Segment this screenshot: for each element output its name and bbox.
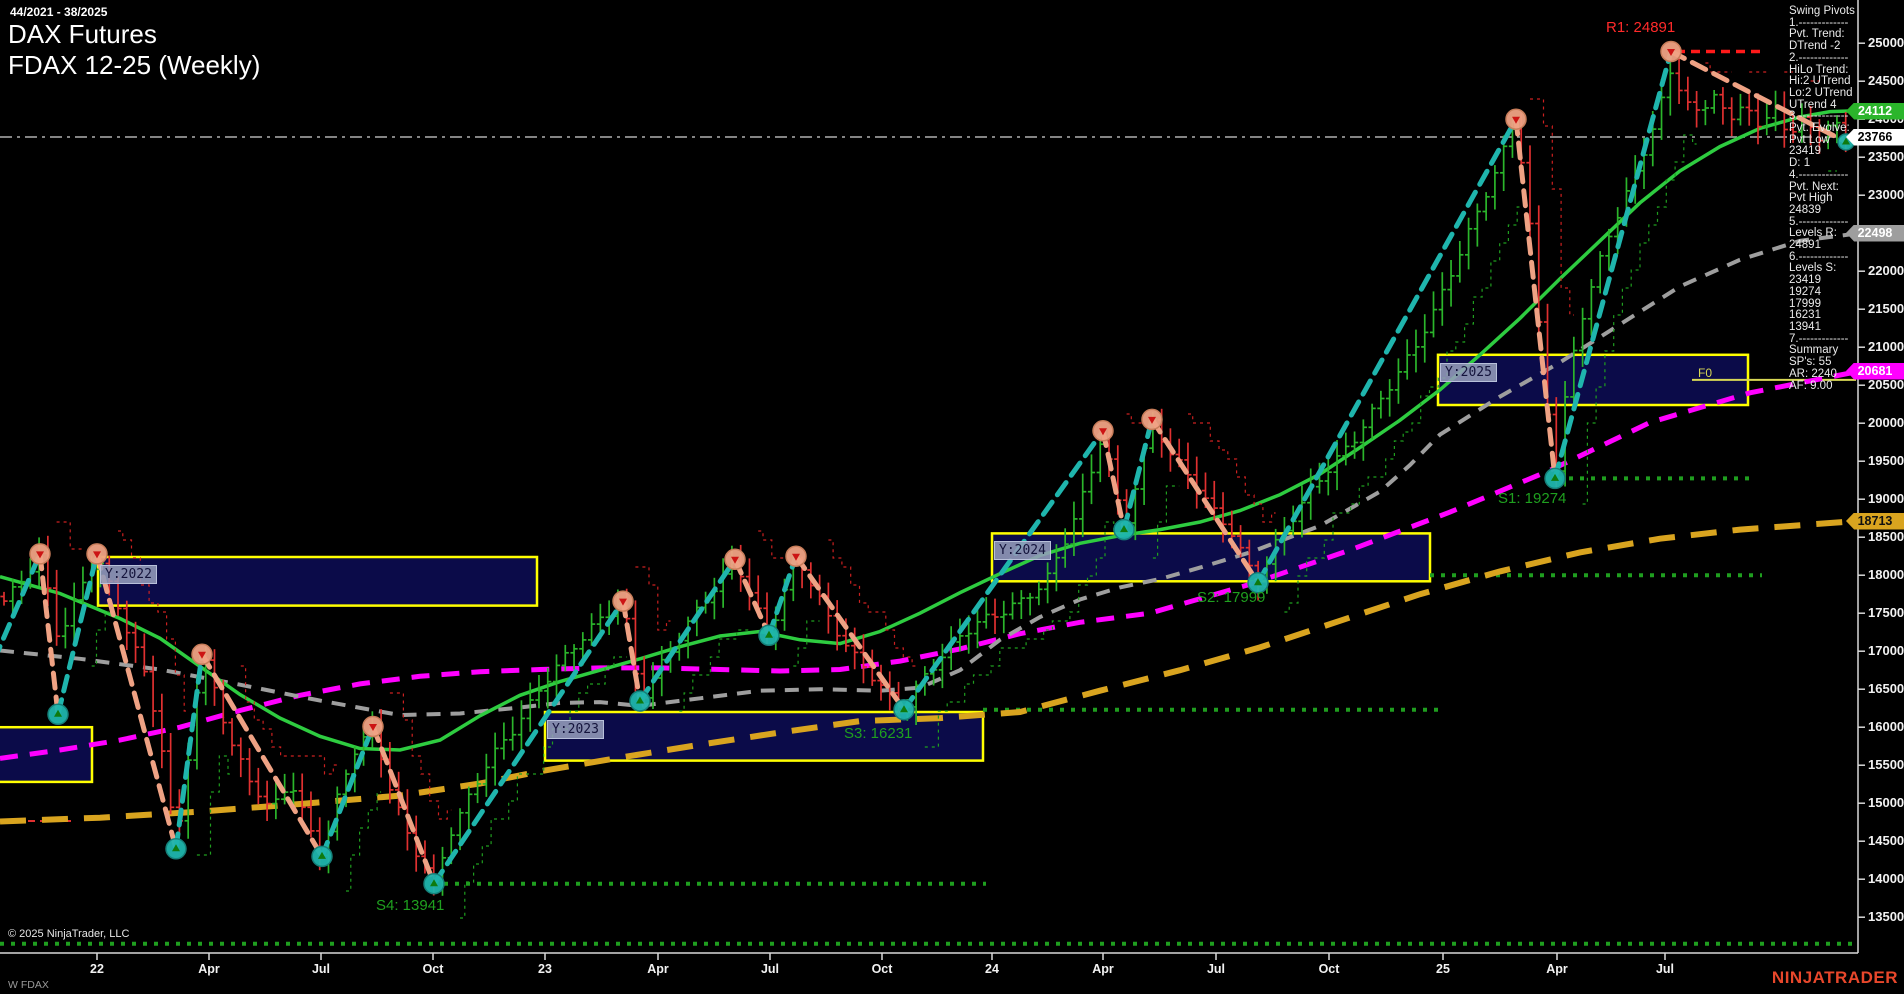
trailing-high-step-line [57,63,1846,819]
swing-down-line [1513,116,1558,481]
year-range-box [96,555,539,607]
swing-down-line [793,553,907,713]
swing-down-line [620,598,643,704]
swing-down-line [732,556,772,638]
swing-up-line [0,551,43,653]
swing-up-line [55,551,100,717]
swing-down-line [1100,428,1127,533]
swing-down-line [37,551,61,717]
ninjatrader-chart-window: 44/2021 - 38/2025 DAX Futures FDAX 12-25… [0,0,1904,994]
swing-up-line [1121,416,1155,533]
swing-up-line [1255,116,1519,586]
swing-up-line [766,553,799,638]
swing-down-line [199,651,325,859]
price-chart-svg[interactable] [0,0,1904,994]
ma-mid-gray [0,231,1859,718]
swing-up-line [637,556,738,704]
